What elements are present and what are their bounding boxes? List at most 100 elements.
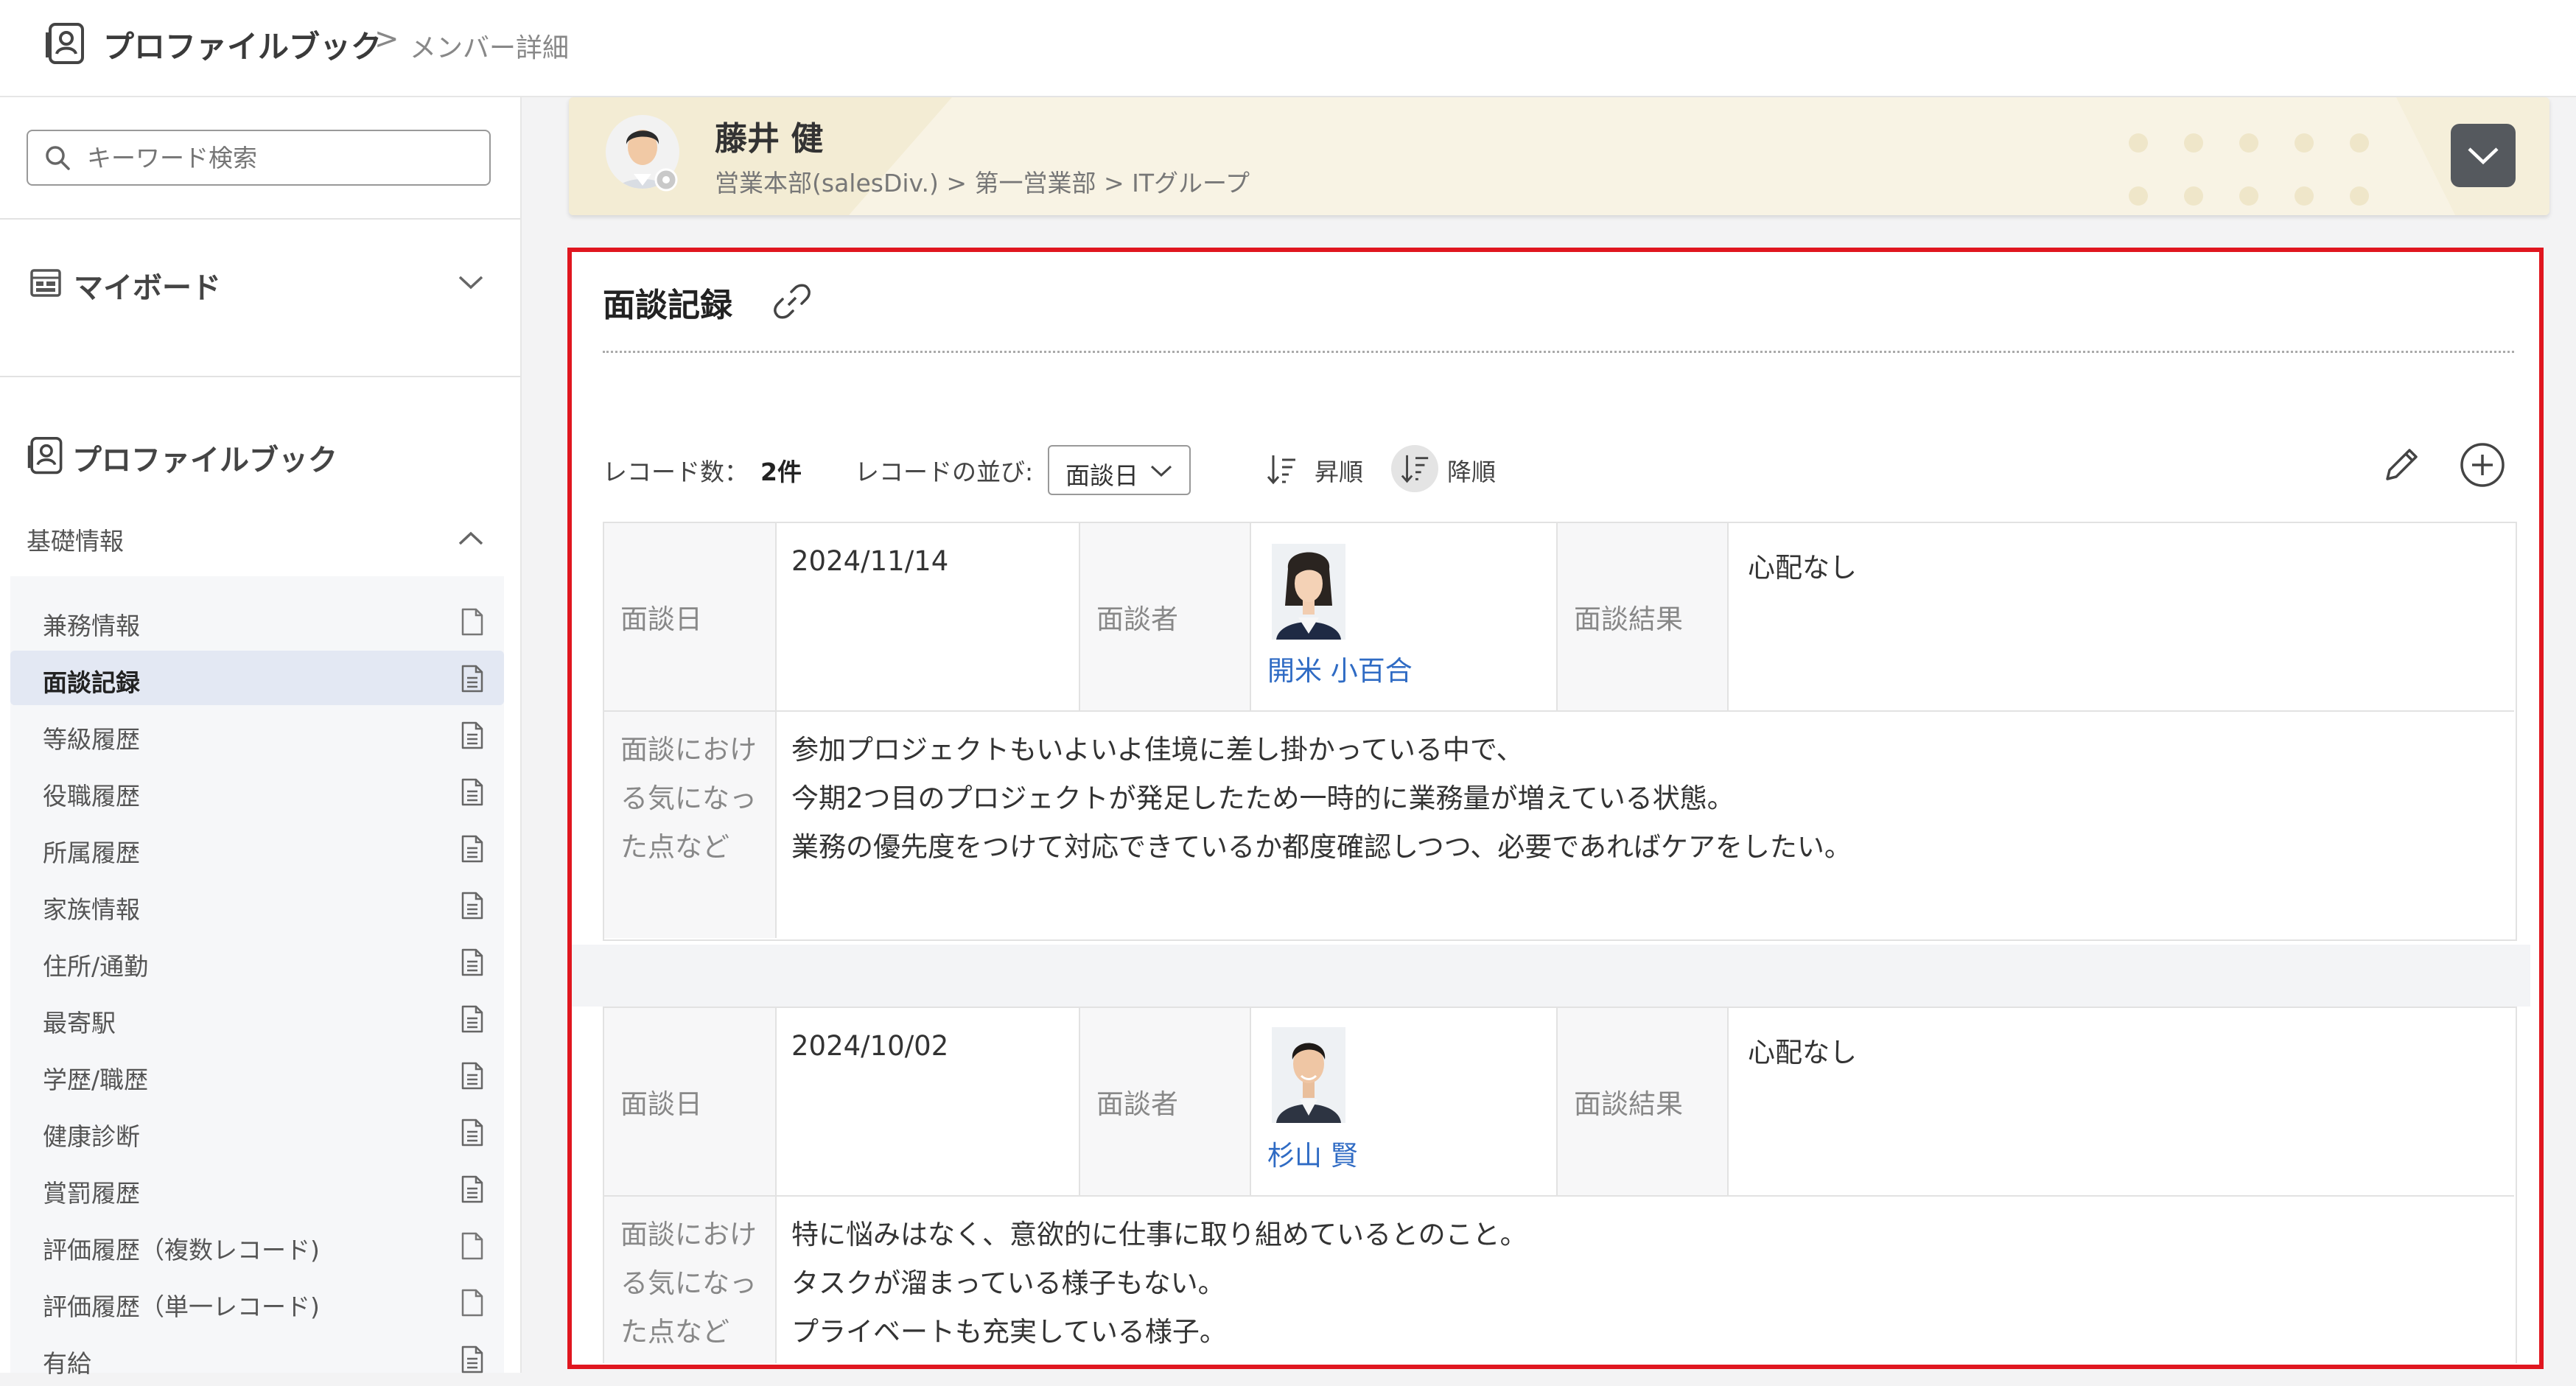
interview-result-label: 面談結果 xyxy=(1574,603,1683,635)
link-icon[interactable] xyxy=(772,281,812,321)
notes-line: 特に悩みはなく、意欲的に仕事に取り組めているとのこと。 xyxy=(791,1219,1527,1250)
chevron-down-icon xyxy=(457,273,485,292)
employee-department: 営業本部(salesDiv.) > 第一営業部 > ITグループ xyxy=(715,169,1250,197)
sidebar-item[interactable]: 面談記録 xyxy=(10,651,504,705)
cell-border xyxy=(1727,523,1729,710)
interviewer-photo xyxy=(1272,544,1345,640)
divider xyxy=(0,376,520,377)
breadcrumb-current: メンバー詳細 xyxy=(410,33,570,63)
record-count-value: 2件 xyxy=(760,458,802,486)
row-border xyxy=(604,1195,2514,1197)
document-icon xyxy=(460,1175,485,1204)
cell-border xyxy=(1727,1008,1729,1195)
board-icon xyxy=(29,268,62,298)
cell-border xyxy=(1079,523,1080,710)
profile-book-icon xyxy=(44,22,87,66)
blank-document-icon xyxy=(460,1288,485,1317)
interview-date-label: 面談日 xyxy=(620,603,702,635)
ascending-label[interactable]: 昇順 xyxy=(1315,452,1363,488)
notes-line: プライベートも充実している様子。 xyxy=(791,1316,1227,1348)
notes-line: 今期2つ目のプロジェクトが発足したため一時的に業務量が増えている状態。 xyxy=(791,783,1735,814)
myboard-toggle[interactable]: マイボード xyxy=(0,243,520,324)
divider xyxy=(0,218,520,220)
sidebar-item-label: 等級履歴 xyxy=(43,725,140,754)
document-icon xyxy=(460,891,485,920)
sidebar-item-label: 評価履歴（複数レコード) xyxy=(43,1236,320,1264)
document-icon xyxy=(460,1061,485,1091)
sidebar-item-label: 面談記録 xyxy=(43,668,140,697)
interviewer-photo xyxy=(1272,1027,1345,1123)
descending-label[interactable]: 降順 xyxy=(1447,452,1496,488)
document-icon xyxy=(460,948,485,977)
cell-border xyxy=(1250,523,1251,710)
document-icon xyxy=(460,777,485,807)
sort-ascending-icon[interactable] xyxy=(1266,452,1298,486)
sidebar-item[interactable]: 評価履歴（複数レコード) xyxy=(10,1218,504,1273)
sidebar-item[interactable]: 最寄駅 xyxy=(10,991,504,1046)
interview-date-label: 面談日 xyxy=(620,1088,702,1120)
interviewer-name-link[interactable]: 開米 小百合 xyxy=(1267,648,1413,688)
sidebar-item-label: 学歴/職歴 xyxy=(43,1065,149,1094)
sidebar-item-label: 健康診断 xyxy=(43,1122,140,1151)
profile-book-icon xyxy=(27,436,65,476)
interviewer-name-link[interactable]: 杉山 賢 xyxy=(1267,1133,1358,1173)
sidebar-item[interactable]: 役職履歴 xyxy=(10,764,504,819)
section-title: 面談記録 xyxy=(603,287,732,324)
sidebar-item[interactable]: 兼務情報 xyxy=(10,594,504,648)
sidebar-item[interactable]: 等級履歴 xyxy=(10,707,504,762)
cell-border xyxy=(775,1008,777,1363)
document-icon xyxy=(460,1345,485,1374)
notes-label: 面談における気になった点など xyxy=(620,1219,757,1348)
document-icon xyxy=(460,721,485,750)
document-icon xyxy=(460,1118,485,1147)
chevron-down-icon xyxy=(1149,463,1173,479)
interview-date-value: 2024/11/14 xyxy=(791,545,949,577)
chevron-up-icon xyxy=(457,529,485,548)
search-box[interactable] xyxy=(27,130,491,186)
sidebar-item[interactable]: 健康診断 xyxy=(10,1105,504,1159)
cell-border xyxy=(1079,1008,1080,1195)
sidebar-item[interactable]: 評価履歴（単一レコード) xyxy=(10,1275,504,1329)
sidebar-item[interactable]: 家族情報 xyxy=(10,878,504,932)
sidebar-item-label: 有給 xyxy=(43,1349,91,1378)
employee-avatar[interactable] xyxy=(606,112,679,195)
sort-field-select[interactable]: 面談日 xyxy=(1048,445,1191,495)
edit-pencil-icon[interactable] xyxy=(2379,442,2424,488)
app-title[interactable]: プロファイルブック xyxy=(103,22,382,67)
search-input[interactable] xyxy=(85,139,472,177)
profilebook-section-title: プロファイルブック xyxy=(72,444,337,477)
document-icon xyxy=(460,1004,485,1034)
sort-field-value: 面談日 xyxy=(1065,461,1138,490)
notes-line: タスクが溜まっている様子もない。 xyxy=(791,1267,1225,1299)
sidebar-item[interactable]: 所属履歴 xyxy=(10,821,504,875)
cell-border xyxy=(1250,1008,1251,1195)
interview-result-label: 面談結果 xyxy=(1574,1088,1683,1120)
sidebar-item-label: 最寄駅 xyxy=(43,1009,116,1037)
cell-border xyxy=(1556,523,1558,710)
sidebar-item-label: 住所/通勤 xyxy=(43,952,149,981)
expand-button[interactable] xyxy=(2451,124,2516,187)
sort-descending-button[interactable] xyxy=(1391,445,1438,492)
sidebar-item[interactable]: 住所/通勤 xyxy=(10,934,504,989)
basic-info-label: 基礎情報 xyxy=(27,527,124,556)
breadcrumb-separator: > xyxy=(374,22,399,56)
top-bar: プロファイルブック > メンバー詳細 xyxy=(0,0,2576,97)
sidebar-item-label: 評価履歴（単一レコード) xyxy=(43,1292,320,1321)
cell-border xyxy=(775,523,777,938)
add-record-icon[interactable] xyxy=(2458,441,2507,489)
document-icon xyxy=(460,834,485,864)
sidebar-item[interactable]: 賞罰履歴 xyxy=(10,1161,504,1216)
sort-descending-icon xyxy=(1400,452,1431,485)
record-count-label: レコード数： xyxy=(603,458,749,486)
interviewer-label: 面談者 xyxy=(1096,603,1178,635)
sidebar-item-label: 役職履歴 xyxy=(43,782,140,811)
record-gap xyxy=(572,945,2530,1007)
cell-border xyxy=(1556,1008,1558,1195)
sidebar-item[interactable]: 学歴/職歴 xyxy=(10,1048,504,1102)
sidebar-item-label: 所属履歴 xyxy=(43,839,140,867)
notes-line: 業務の優先度をつけて対応できているか都度確認しつつ、必要であればケアをしたい。 xyxy=(791,831,1852,863)
sidebar-item[interactable]: 有給 xyxy=(10,1331,504,1386)
basic-info-toggle[interactable]: 基礎情報 xyxy=(0,513,520,564)
notes-label: 面談における気になった点など xyxy=(620,734,757,863)
sidebar-item-label: 兼務情報 xyxy=(43,612,140,640)
